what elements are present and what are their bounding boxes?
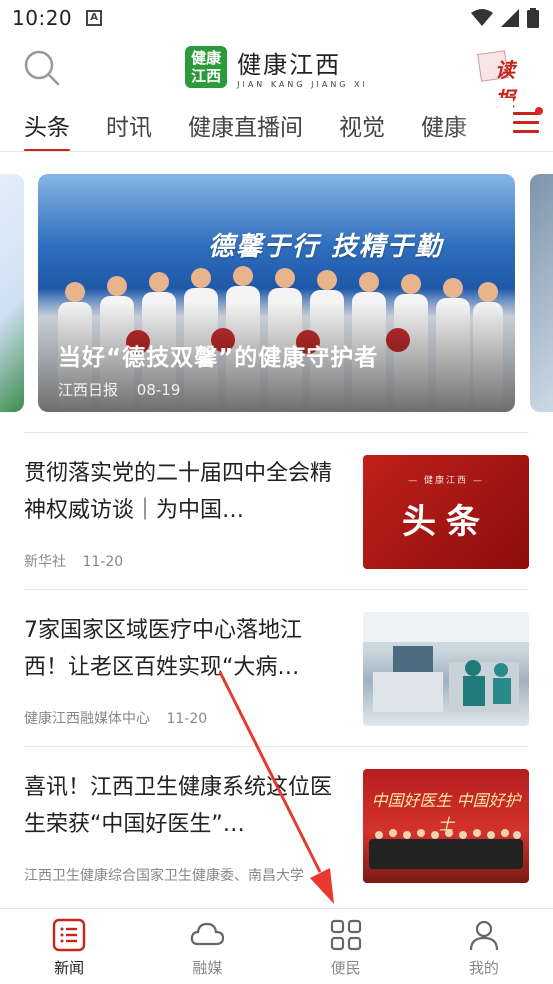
tab-live-studio[interactable]: 健康直播间 [188, 108, 303, 142]
bottom-nav: 新闻 融媒 便民 我的 [0, 908, 553, 984]
news-list: 贯彻落实党的二十届四中全会精神权威访谈｜为中国… 新华社 11-20 — 健康江… [0, 432, 553, 903]
status-time: 10:20 [12, 6, 73, 30]
news-thumbnail: — 健康江西 — 头条 [363, 455, 529, 569]
status-icons [471, 8, 539, 28]
news-source: 新华社 [24, 554, 66, 570]
person-icon [469, 920, 498, 951]
news-title: 贯彻落实党的二十届四中全会精神权威访谈｜为中国… [24, 461, 333, 523]
logo-title: 健康江西 [237, 51, 342, 79]
nav-item-profile[interactable]: 我的 [415, 909, 553, 984]
thumb-big-text: 头条 [402, 502, 490, 542]
news-list-icon [52, 918, 86, 952]
slide-date: 08-19 [136, 381, 181, 399]
menu-badge-dot [535, 107, 543, 115]
carousel-prev-slide[interactable] [0, 174, 24, 412]
wifi-icon [471, 9, 493, 26]
nav-label: 便民 [330, 959, 361, 977]
tab-news-flash[interactable]: 时讯 [106, 108, 152, 142]
app-logo: 健康 江西 健康江西 JIAN KANG JIANG XI [185, 45, 368, 89]
nav-item-services[interactable]: 便民 [277, 909, 415, 984]
channel-menu-icon[interactable] [513, 107, 543, 136]
logo-subtitle: JIAN KANG JIANG XI [237, 80, 368, 89]
news-title: 7家国家区域医疗中心落地江西！让老区百姓实现“大病… [24, 618, 302, 680]
carousel-main-slide[interactable]: 德馨于行 技精于勤 当好“德技双馨”的健康守护者 江西日报 08-19 [38, 174, 515, 412]
news-source: 江西卫生健康综合国家卫生健康委、南昌大学 [24, 868, 304, 884]
tab-headline[interactable]: 头条 [24, 108, 70, 151]
carousel-next-slide[interactable] [530, 174, 553, 412]
nav-label: 新闻 [54, 959, 85, 977]
news-item[interactable]: 7家国家区域医疗中心落地江西！让老区百姓实现“大病… 健康江西融媒体中心 11-… [24, 589, 529, 746]
news-date: 11-20 [166, 711, 208, 727]
slide-source: 江西日报 [58, 381, 119, 399]
status-bar: 10:20 A [0, 0, 553, 36]
grid-icon [330, 919, 361, 951]
news-meta: 江西卫生健康综合国家卫生健康委、南昌大学 [24, 865, 343, 885]
news-meta: 新华社 11-20 [24, 551, 343, 571]
slide-title: 当好“德技双馨”的健康守护者 [58, 345, 379, 371]
news-thumbnail: 中国好医生 中国好护士 [363, 769, 529, 883]
app-header: 健康江西 健康江西 JIAN KANG JIANG XI 读报 [0, 36, 553, 111]
thumb-small-text: — 健康江西 — [408, 476, 484, 486]
hospital-photo [363, 612, 529, 712]
news-thumbnail [363, 612, 529, 726]
slide-banner-text: 德馨于行 技精于勤 [208, 232, 444, 262]
nav-label: 我的 [468, 959, 499, 977]
logo-badge: 健康 江西 [185, 46, 228, 88]
news-meta: 健康江西融媒体中心 11-20 [24, 708, 343, 728]
channel-tabs: 头条 时讯 健康直播间 视觉 健康 [0, 98, 553, 152]
award-photo [369, 829, 523, 869]
headline-carousel[interactable]: 德馨于行 技精于勤 当好“德技双馨”的健康守护者 江西日报 08-19 [0, 152, 553, 432]
tab-visual[interactable]: 视觉 [339, 108, 385, 142]
nav-item-media[interactable]: 融媒 [138, 909, 276, 984]
news-source: 健康江西融媒体中心 [24, 711, 150, 727]
news-title: 喜讯！江西卫生健康系统这位医生荣获“中国好医生”… [24, 775, 333, 837]
battery-icon [527, 8, 539, 28]
search-icon[interactable] [22, 48, 62, 88]
read-newspaper-button[interactable]: 读报 [477, 50, 533, 111]
nav-item-news[interactable]: 新闻 [0, 909, 138, 984]
news-date: 11-20 [82, 554, 124, 570]
news-item[interactable]: 喜讯！江西卫生健康系统这位医生荣获“中国好医生”… 江西卫生健康综合国家卫生健康… [24, 746, 529, 903]
signal-icon [501, 9, 519, 27]
nav-label: 融媒 [192, 959, 223, 977]
slide-meta: 江西日报 08-19 [58, 379, 180, 400]
cloud-icon [191, 922, 225, 946]
news-item[interactable]: 贯彻落实党的二十届四中全会精神权威访谈｜为中国… 新华社 11-20 — 健康江… [24, 432, 529, 589]
notification-a-icon: A [86, 10, 103, 26]
